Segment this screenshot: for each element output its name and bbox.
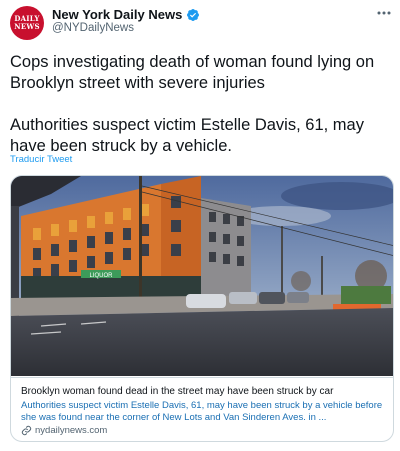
card-description[interactable]: Authorities suspect victim Estelle Davis… <box>21 400 385 424</box>
card-domain-row[interactable]: nydailynews.com <box>21 425 385 436</box>
link-icon <box>21 425 32 436</box>
handle[interactable]: @NYDailyNews <box>52 22 134 34</box>
card-body[interactable]: Brooklyn woman found dead in the street … <box>11 377 393 441</box>
tweet: DAILY NEWS New York Daily News @NYDailyNe… <box>0 0 400 451</box>
card-domain: nydailynews.com <box>35 425 108 436</box>
more-options-icon[interactable] <box>376 6 392 20</box>
author-row: New York Daily News <box>52 7 200 22</box>
avatar[interactable]: DAILY NEWS <box>10 6 44 40</box>
card-image[interactable]: LIQUOR <box>11 176 394 376</box>
translate-link[interactable]: Traducir Tweet <box>10 154 72 165</box>
tweet-headline: Cops investigating death of woman found … <box>10 53 375 92</box>
tweet-summary: Authorities suspect victim Estelle Davis… <box>10 116 364 155</box>
card-title[interactable]: Brooklyn woman found dead in the street … <box>21 385 385 398</box>
avatar-logo: DAILY NEWS <box>14 14 40 31</box>
display-name[interactable]: New York Daily News <box>52 7 182 22</box>
tweet-text: Cops investigating death of woman found … <box>10 52 394 157</box>
link-card[interactable]: LIQUOR Brooklyn woman found dead in the … <box>10 175 394 442</box>
verified-badge-icon <box>187 8 200 21</box>
store-sign: LIQUOR <box>89 273 113 279</box>
